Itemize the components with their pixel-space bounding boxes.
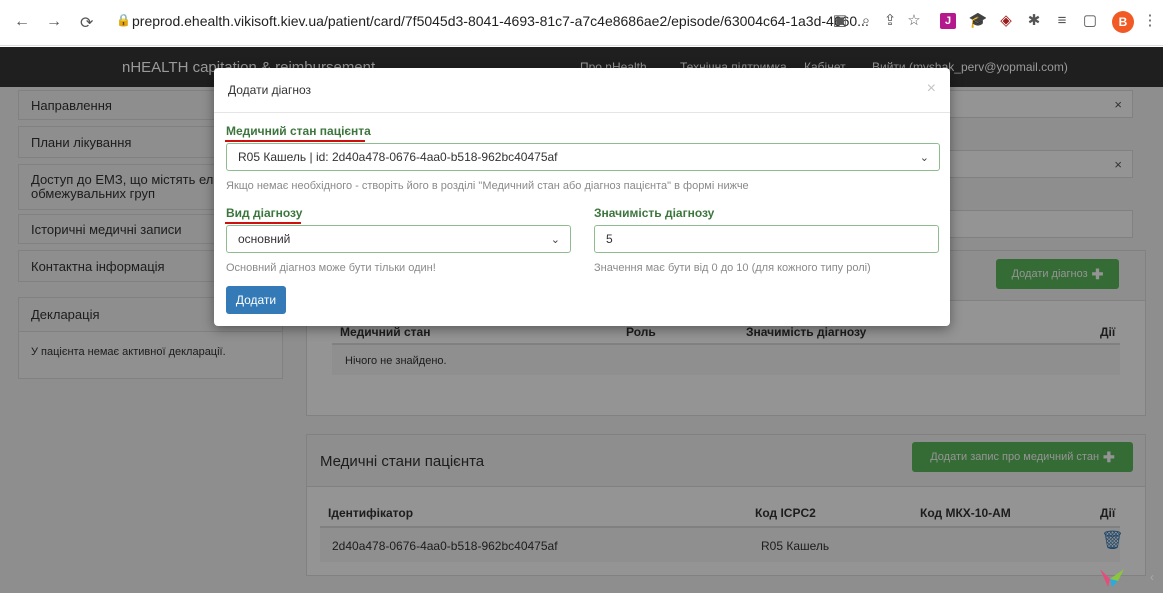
forward-arrow-icon[interactable]: → xyxy=(46,13,62,31)
rank-input[interactable]: 5 xyxy=(594,225,939,253)
yii-logo-icon xyxy=(1100,569,1124,587)
browser-toolbar: ← → ⟳ 🔒 preprod.ehealth.vikisoft.kiev.ua… xyxy=(0,0,1163,46)
chevron-down-icon: ⌄ xyxy=(919,152,929,164)
reload-icon[interactable]: ⟳ xyxy=(80,13,93,33)
chevron-left-icon[interactable]: ‹ xyxy=(1150,570,1154,584)
diagnosis-type-select[interactable]: основний ⌄ xyxy=(226,225,571,253)
modal-title: Додати діагноз xyxy=(228,83,312,97)
annotation-underline xyxy=(225,222,301,224)
condition-label: Медичний стан пацієнта xyxy=(226,124,371,138)
condition-select[interactable]: R05 Кашель | id: 2d40a478-0676-4aa0-b518… xyxy=(226,143,940,171)
translate-icon[interactable]: ▣ xyxy=(830,11,850,31)
modal-header: Додати діагноз × xyxy=(214,68,950,113)
address-bar[interactable]: preprod.ehealth.vikisoft.kiev.ua/patient… xyxy=(132,13,869,29)
chevron-down-icon: ⌄ xyxy=(550,234,560,246)
reading-list-icon[interactable]: ≡ xyxy=(1052,11,1072,31)
back-arrow-icon[interactable]: ← xyxy=(14,13,30,31)
extension-badge-icon[interactable]: ◈ xyxy=(996,11,1016,31)
lock-icon[interactable]: 🔒 xyxy=(116,13,131,27)
type-help: Основний діагноз може бути тільки один! xyxy=(226,262,436,274)
annotation-underline xyxy=(225,140,365,142)
type-label: Вид діагнозу xyxy=(226,206,303,220)
diagnosis-type-value: основний xyxy=(238,232,291,246)
submit-button[interactable]: Додати xyxy=(226,286,286,314)
side-panel-icon[interactable]: ▢ xyxy=(1080,11,1100,31)
condition-help: Якщо немає необхідного - створіть його в… xyxy=(226,180,749,192)
profile-avatar[interactable]: B xyxy=(1112,11,1134,33)
rank-label: Значимість діагнозу xyxy=(594,206,715,220)
condition-select-value: R05 Кашель | id: 2d40a478-0676-4aa0-b518… xyxy=(238,150,558,164)
close-icon[interactable]: × xyxy=(927,80,936,98)
zoom-icon[interactable]: ⌕ xyxy=(856,11,876,31)
share-icon[interactable]: ⇪ xyxy=(880,11,900,31)
add-diagnosis-modal: Додати діагноз × Медичний стан пацієнта … xyxy=(214,68,950,326)
rank-help: Значення має бути від 0 до 10 (для кожно… xyxy=(594,262,871,274)
extension-icon[interactable]: J xyxy=(940,13,956,29)
extension-graduation-icon[interactable]: 🎓 xyxy=(968,11,988,31)
extensions-puzzle-icon[interactable]: ✱ xyxy=(1024,11,1044,31)
more-menu-icon[interactable]: ⋮ xyxy=(1140,11,1160,31)
rank-input-value: 5 xyxy=(606,232,613,246)
bookmark-star-icon[interactable]: ☆ xyxy=(904,11,924,31)
